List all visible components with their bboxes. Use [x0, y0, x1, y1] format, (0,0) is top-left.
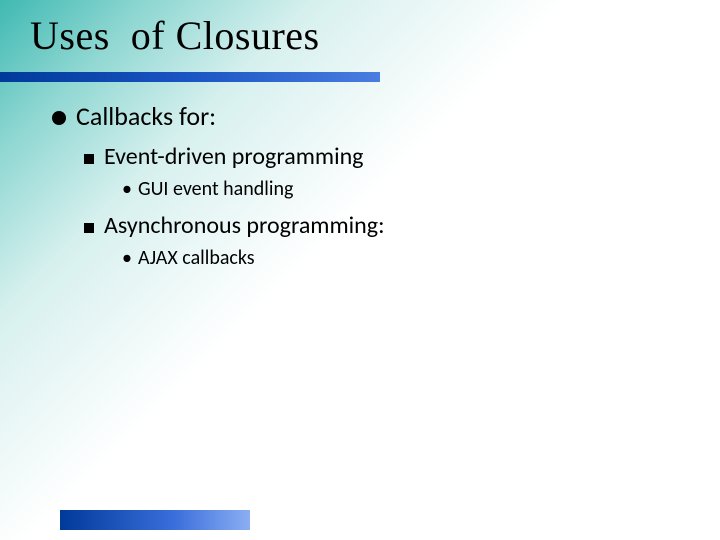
dot-bullet-icon: • — [122, 179, 132, 199]
footer-accent-bar — [60, 510, 250, 530]
bullet-level2-text: Event-driven programming — [104, 142, 363, 171]
disc-bullet-icon — [52, 111, 66, 125]
bullet-level2: Asynchronous programming: — [84, 211, 690, 240]
square-bullet-icon — [84, 154, 94, 164]
bullet-level2-text: Asynchronous programming: — [104, 211, 385, 240]
bullet-level3-text: GUI event handling — [138, 177, 293, 201]
bullet-level1-text: Callbacks for: — [76, 100, 216, 132]
slide-body: Callbacks for: Event-driven programming … — [52, 96, 690, 270]
title-underline — [0, 72, 380, 82]
slide-title: Uses of Closures — [30, 12, 320, 59]
square-bullet-icon — [84, 223, 94, 233]
bullet-level2: Event-driven programming — [84, 142, 690, 171]
dot-bullet-icon: • — [122, 248, 132, 268]
bullet-level3: • AJAX callbacks — [122, 246, 690, 270]
bullet-level3: • GUI event handling — [122, 177, 690, 201]
bullet-level3-text: AJAX callbacks — [138, 246, 255, 270]
bullet-level1: Callbacks for: — [52, 100, 690, 132]
